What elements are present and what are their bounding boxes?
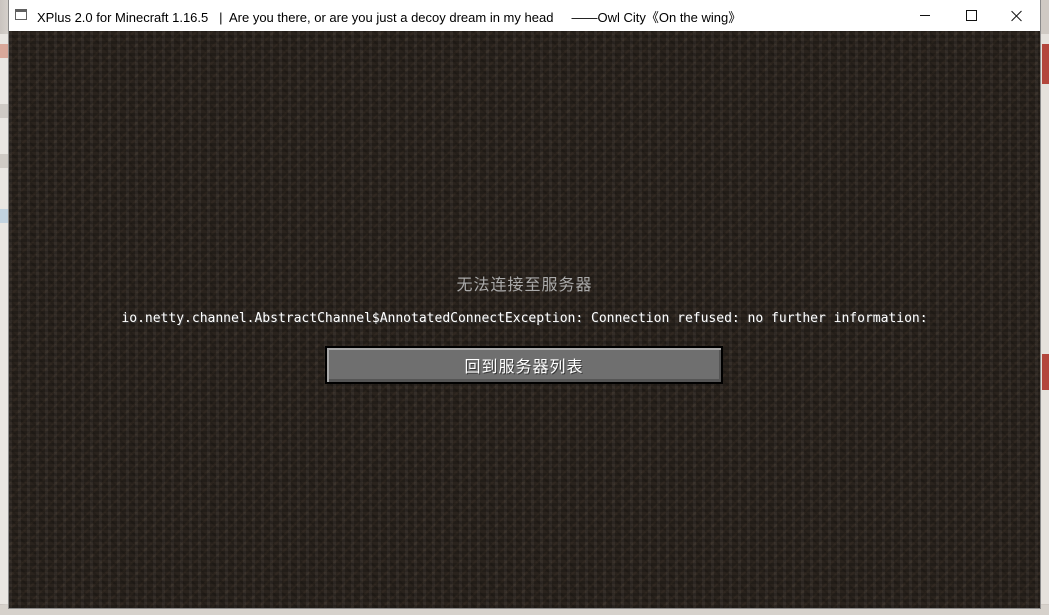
- minimize-icon: [920, 15, 930, 16]
- maximize-icon: [965, 10, 977, 21]
- close-button[interactable]: [994, 0, 1040, 31]
- background-window-right: [1040, 34, 1049, 604]
- disconnect-reason: io.netty.channel.AbstractChannel$Annotat…: [121, 311, 928, 326]
- background-window-left: [0, 34, 9, 604]
- window-title: XPlus 2.0 for Minecraft 1.16.5 | Are you…: [37, 10, 742, 25]
- maximize-button[interactable]: [948, 0, 994, 31]
- close-icon: [1011, 10, 1023, 22]
- disconnect-title: 无法连接至服务器: [456, 275, 593, 294]
- game-screen: 无法连接至服务器 io.netty.channel.AbstractChanne…: [9, 31, 1040, 608]
- title-bar[interactable]: XPlus 2.0 for Minecraft 1.16.5 | Are you…: [9, 0, 1040, 31]
- back-to-server-list-button[interactable]: 回到服务器列表: [325, 346, 723, 384]
- app-icon: [15, 9, 27, 20]
- minecraft-window: XPlus 2.0 for Minecraft 1.16.5 | Are you…: [9, 0, 1040, 608]
- minimize-button[interactable]: [902, 0, 948, 31]
